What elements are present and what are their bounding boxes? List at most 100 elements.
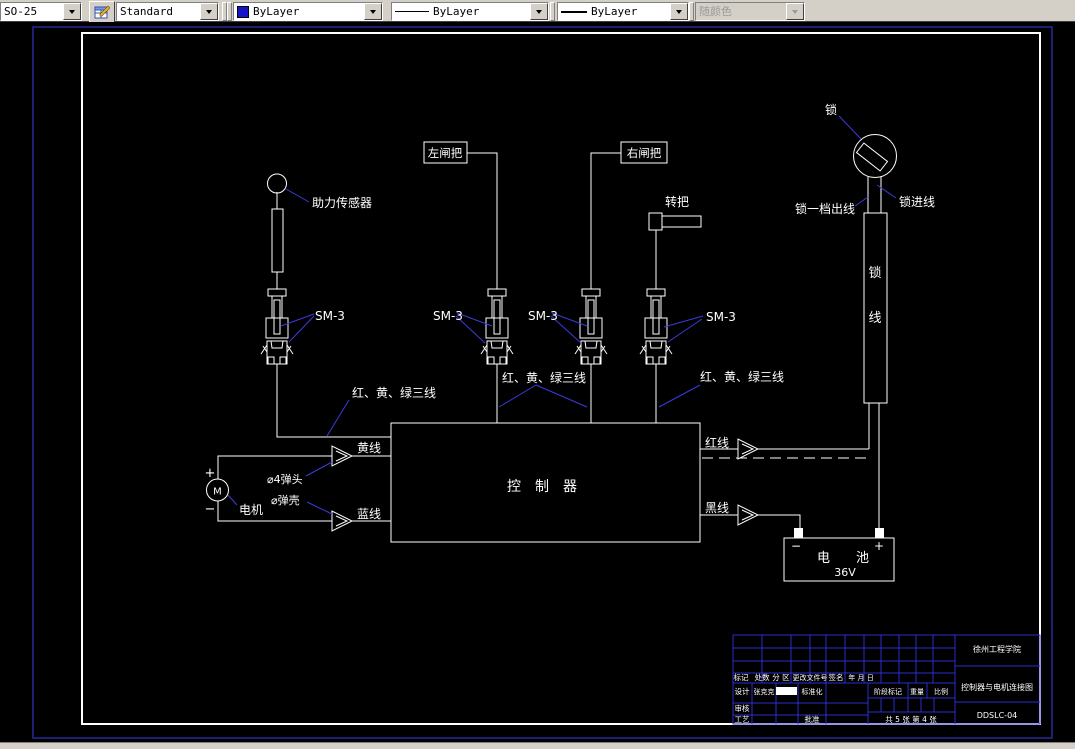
color-value: ByLayer [253, 5, 300, 18]
plot-style-combo: 随颜色 [695, 2, 805, 21]
bullet-connector-red [737, 438, 759, 460]
tb-design: 设计 [735, 686, 750, 696]
plot-style-dropdown-button [786, 3, 804, 20]
toolbar-grip[interactable] [227, 2, 232, 21]
lock-symbol: 锁 线 [853, 134, 897, 404]
sm3-connector-3 [574, 288, 608, 365]
title-block: 标记 处数 分 区 更改文件号 签名 年 月 日 设计 张克克 标准化 审核 工… [732, 634, 1041, 725]
tb-sign: 签名 [829, 672, 844, 682]
chevron-down-icon [536, 10, 542, 17]
tb-file: 更改文件号 [793, 673, 828, 682]
rgb-wires-label-3: 红、黄、绿三线 [700, 369, 784, 384]
bullet-connector-blue [331, 510, 353, 532]
red-wire-label: 红线 [705, 435, 729, 450]
tb-date: 年 月 日 [848, 673, 873, 682]
tb-standardize: 标准化 [802, 687, 823, 696]
blue-wire-label: 蓝线 [357, 507, 381, 521]
battery-voltage: 36V [834, 566, 856, 579]
assist-sensor-symbol [267, 173, 287, 194]
dim-style-combo[interactable]: SO-25 [0, 2, 82, 21]
chevron-down-icon [676, 10, 682, 17]
tb-title: 控制器与电机连接图 [961, 682, 1033, 692]
color-swatch-icon [237, 5, 249, 18]
tb-stage: 阶段标记 [874, 687, 902, 696]
motor-symbol: M + − [205, 466, 229, 517]
sm3-label-2: SM-3 [433, 309, 463, 323]
drawing-viewport[interactable]: 左闸把 右闸把 转把 锁 线 控 制 器 M + − − + 电 池 36V 助… [0, 22, 1075, 742]
bullet-connector-black [737, 504, 759, 526]
bullet-head-label: ⌀4弹头 [267, 472, 303, 486]
motor-minus: − [205, 502, 216, 517]
chevron-down-icon [792, 10, 798, 17]
autocad-window: SO-25 Standard ByLayer ByLayer ByLayer 随… [0, 0, 1075, 749]
lineweight-dropdown-button[interactable] [670, 3, 688, 20]
text-style-combo[interactable]: Standard [116, 2, 219, 21]
tb-zone: 分 区 [772, 673, 790, 682]
dim-style-value: SO-25 [4, 5, 38, 18]
tb-approve: 批准 [805, 714, 820, 724]
motor-m-label: M [213, 487, 222, 498]
rgb-wires-label-1: 红、黄、绿三线 [352, 385, 436, 400]
battery-minus: − [791, 539, 801, 553]
sm3-label-3: SM-3 [528, 309, 558, 323]
color-dropdown-button[interactable] [364, 3, 382, 20]
right-brake-label: 右闸把 [627, 146, 662, 160]
throttle-label: 转把 [665, 194, 689, 209]
lock-in-label: 锁进线 [899, 194, 935, 209]
linetype-sample-icon [395, 11, 429, 12]
controller-label: 控 制 器 [507, 479, 577, 495]
tb-sheets: 共 5 张 第 4 张 [885, 714, 937, 724]
linetype-combo[interactable]: ByLayer [391, 2, 549, 21]
chevron-down-icon [69, 10, 75, 17]
color-combo[interactable]: ByLayer [233, 2, 383, 21]
rgb-wires-label-2: 红、黄、绿三线 [502, 370, 586, 385]
tb-review: 审核 [735, 703, 750, 713]
battery-plus: + [874, 539, 884, 553]
linetype-dropdown-button[interactable] [530, 3, 548, 20]
tb-school: 徐州工程学院 [973, 644, 1021, 654]
tb-weight: 重量 [910, 688, 924, 696]
dim-style-dropdown-button[interactable] [63, 3, 81, 20]
layout-tab-bar: ∕ 布局2 ∕ [0, 742, 1075, 749]
toolbar-grip[interactable] [550, 2, 555, 21]
battery-terminal-neg [794, 528, 803, 538]
right-brake-box: 右闸把 [620, 141, 668, 164]
sm3-connector-1 [260, 288, 294, 365]
lock-label: 锁 [825, 102, 837, 117]
text-style-manager-icon [94, 5, 110, 19]
styles-properties-toolbar: SO-25 Standard ByLayer ByLayer ByLayer 随… [0, 0, 1075, 23]
sm3-connector-2 [480, 288, 514, 365]
tb-mark: 标记 [734, 672, 749, 682]
motor-plus: + [205, 466, 216, 481]
chevron-down-icon [370, 10, 376, 17]
linetype-value: ByLayer [433, 5, 480, 18]
motor-label: 电机 [239, 503, 263, 517]
style-manager-button[interactable] [89, 1, 115, 23]
left-brake-box: 左闸把 [423, 141, 468, 164]
text-style-dropdown-button[interactable] [200, 3, 218, 20]
throttle-symbol: 转把 [648, 194, 702, 231]
sm3-label-1: SM-3 [315, 309, 345, 323]
keyhole [855, 142, 889, 172]
lineweight-combo[interactable]: ByLayer [557, 2, 689, 21]
plot-style-value: 随颜色 [699, 5, 732, 18]
yellow-wire-label: 黄线 [357, 441, 381, 455]
lock-out-label: 锁一档出线 [795, 201, 855, 216]
battery-symbol: − + 电 池 36V [783, 528, 895, 582]
highlight-box [776, 687, 797, 695]
battery-label: 电 池 [817, 551, 869, 566]
lock-wire-label-2: 线 [868, 311, 881, 326]
drawing-canvas[interactable]: 左闸把 右闸把 转把 锁 线 控 制 器 M + − − + 电 池 36V 助… [0, 22, 1075, 742]
tb-designer: 张克克 [754, 687, 775, 696]
battery-terminal-pos [875, 528, 884, 538]
assist-sensor-label: 助力传感器 [312, 195, 372, 210]
lock-wire-label-1: 锁 [868, 265, 881, 281]
lineweight-sample-icon [561, 10, 587, 13]
tb-code: DDSLC-04 [977, 711, 1018, 720]
chevron-down-icon [206, 10, 212, 17]
black-wire-label: 黑线 [705, 501, 729, 515]
tb-process: 工艺 [735, 715, 750, 724]
bullet-connector-yellow [331, 445, 353, 467]
toolbar-grip[interactable] [689, 2, 694, 21]
tb-count: 处数 [755, 672, 770, 682]
